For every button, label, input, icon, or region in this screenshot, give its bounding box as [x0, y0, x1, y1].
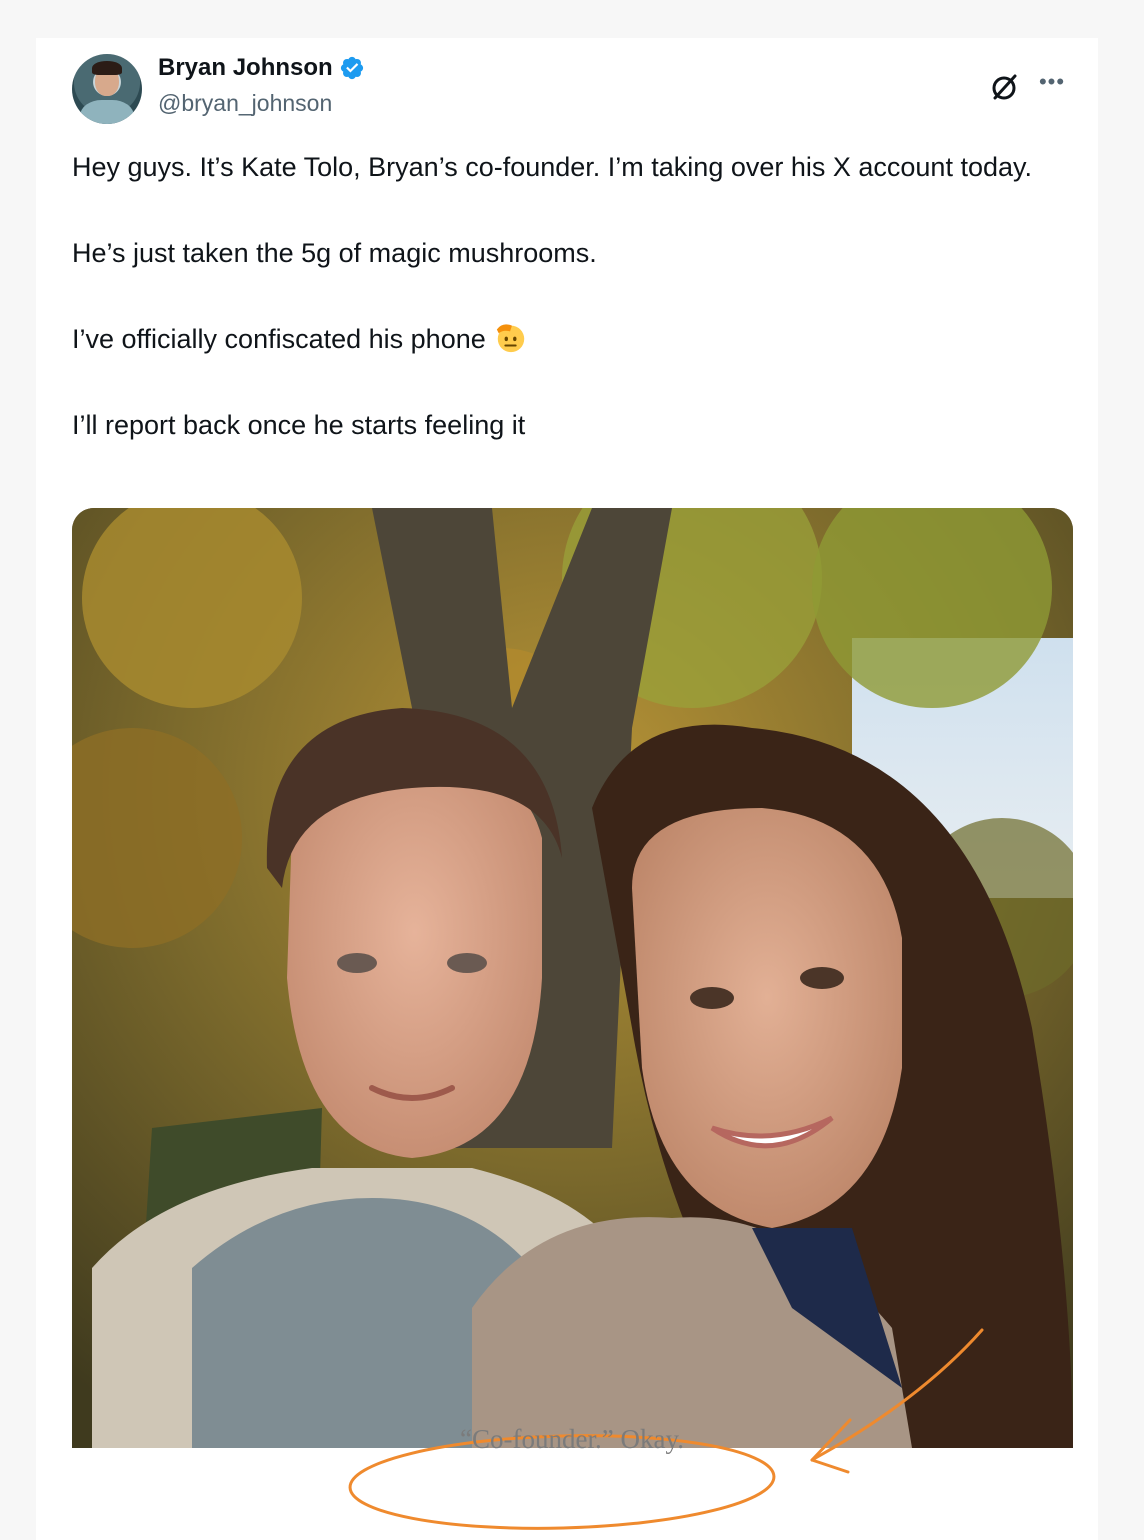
post-text: Hey guys. It’s Kate Tolo, Bryan’s co-fou… — [72, 146, 1082, 447]
post-line-1: Hey guys. It’s Kate Tolo, Bryan’s co-fou… — [72, 152, 1033, 182]
post-line-2: He’s just taken the 5g of magic mushroom… — [72, 238, 597, 268]
post-line-3: I’ve officially confiscated his phone — [72, 324, 486, 354]
author-name[interactable]: Bryan Johnson — [158, 54, 333, 82]
author-handle[interactable]: @bryan_johnson — [158, 90, 332, 117]
saluting-face-emoji — [496, 324, 524, 353]
verified-badge-icon — [340, 56, 363, 80]
post-photo[interactable] — [72, 508, 1073, 1448]
author-row: Bryan Johnson — [158, 54, 365, 82]
post-line-4: I’ll report back once he starts feeling … — [72, 410, 526, 440]
selfie-photo — [72, 508, 1073, 1448]
grok-icon[interactable] — [990, 72, 1020, 102]
post-card: Bryan Johnson @bryan_johnson ••• Hey guy… — [36, 38, 1098, 1540]
image-caption: “Co-founder.” Okay. — [460, 1424, 684, 1454]
post-header: Bryan Johnson @bryan_johnson ••• — [72, 54, 1070, 134]
avatar[interactable] — [72, 54, 142, 124]
more-icon[interactable]: ••• — [1034, 71, 1070, 102]
